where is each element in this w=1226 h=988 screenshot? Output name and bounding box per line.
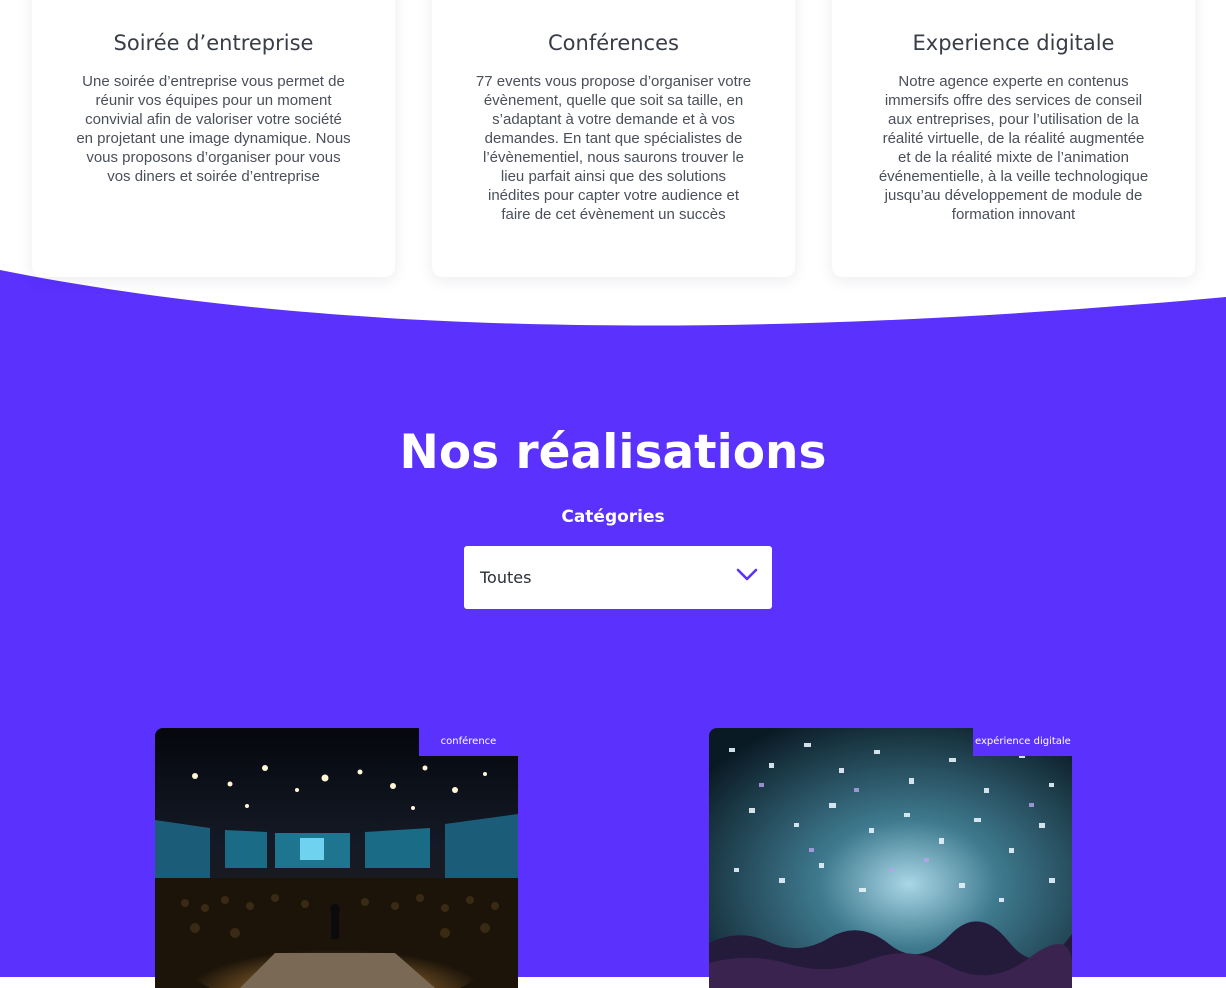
category-select-value: Toutes — [480, 568, 532, 587]
category-badge: expérience digitale — [973, 728, 1072, 756]
chevron-down-icon — [736, 568, 758, 581]
service-card-experience-digitale: Experience digitale Notre agence experte… — [832, 0, 1195, 277]
category-filter-label: Catégories — [561, 507, 665, 527]
service-card-title: Experience digitale — [912, 31, 1115, 55]
category-badge: conférence — [419, 728, 518, 756]
service-card-description: 77 events vous propose d’organiser votre… — [475, 73, 752, 223]
project-card-experience-digitale[interactable]: expérience digitale — [709, 728, 1072, 988]
service-card-title: Conférences — [548, 31, 679, 55]
service-card-soiree: Soirée d’entreprise Une soirée d’entrepr… — [32, 0, 395, 277]
category-select[interactable]: Toutes — [464, 546, 772, 609]
service-card-description: Une soirée d’entreprise vous permet de r… — [76, 73, 351, 185]
realisations-title: Nos réalisations — [399, 425, 827, 480]
project-card-conference[interactable]: conférence — [155, 728, 518, 988]
conference-stage-photo — [155, 728, 518, 988]
confetti-concert-photo — [709, 728, 1072, 988]
service-card-description: Notre agence experte en contenus immersi… — [878, 73, 1149, 223]
service-card-conferences: Conférences 77 events vous propose d’org… — [432, 0, 795, 277]
service-card-title: Soirée d’entreprise — [113, 31, 314, 55]
